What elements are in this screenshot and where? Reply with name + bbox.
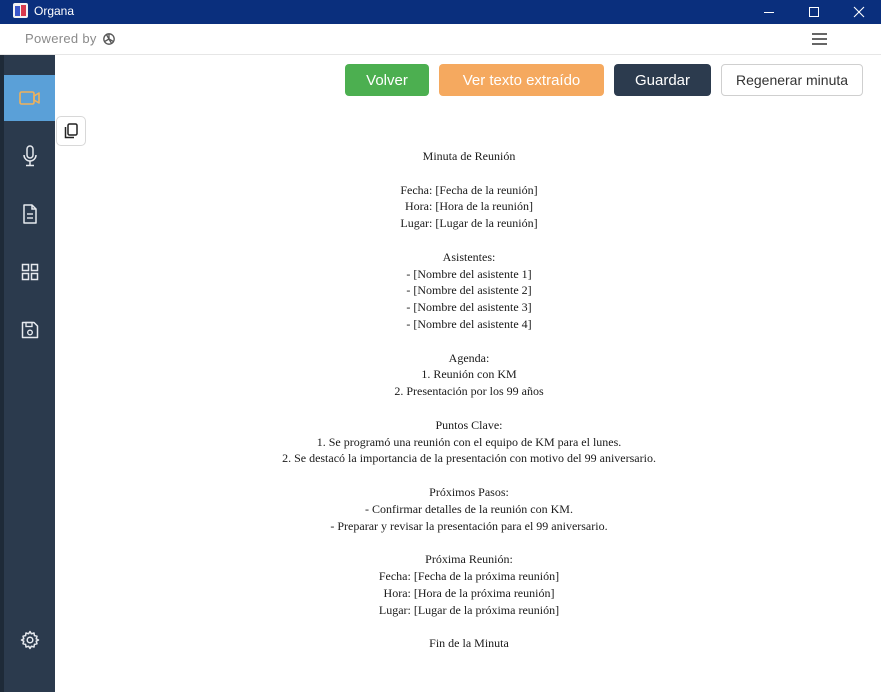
minute-line: - [Nombre del asistente 2]: [406, 283, 532, 298]
minute-line: Minuta de Reunión: [422, 149, 516, 163]
minute-line: - [Nombre del asistente 3]: [406, 300, 532, 315]
minute-line: [55, 618, 881, 635]
minute-line: 2. Presentación por los 99 años: [394, 384, 544, 399]
minute-line: 1. Reunión con KM: [421, 367, 517, 382]
sidebar-item-document[interactable]: [4, 191, 55, 237]
minute-line: - [Nombre del asistente 1]: [406, 266, 532, 281]
maximize-button[interactable]: [791, 0, 837, 24]
minimize-icon: [764, 12, 774, 13]
minute-line: Lugar: [Lugar de la reunión]: [400, 216, 538, 231]
organa-app-icon: [13, 3, 28, 18]
minute-line: [55, 232, 881, 249]
video-camera-icon: [18, 91, 40, 105]
minute-line: - Preparar y revisar la presentación par…: [330, 518, 608, 533]
minute-line: Asistentes:: [442, 249, 496, 264]
minute-line: Lugar: [Lugar de la próxima reunión]: [378, 602, 560, 617]
minimize-button[interactable]: [746, 0, 792, 24]
sidebar-item-settings[interactable]: [4, 617, 55, 663]
minute-text: Minuta de Reunión Fecha: [Fecha de la reu…: [55, 148, 881, 652]
minute-line: - [Nombre del asistente 4]: [406, 316, 532, 331]
sidebar-item-video[interactable]: [4, 75, 55, 121]
close-icon: [853, 6, 865, 18]
minute-line: Fin de la Minuta: [429, 636, 509, 651]
guardar-button[interactable]: Guardar: [614, 64, 711, 96]
copy-icon: [64, 123, 78, 139]
minute-line: Fecha: [Fecha de la próxima reunión]: [378, 568, 560, 583]
minute-line: Hora: [Hora de la próxima reunión]: [383, 585, 555, 600]
minute-line: [55, 467, 881, 484]
minute-line: Agenda:: [448, 350, 490, 365]
minute-line: [55, 165, 881, 182]
minute-line: [55, 400, 881, 417]
minute-line: Puntos Clave:: [435, 417, 503, 432]
copy-button[interactable]: [56, 116, 86, 146]
ver-texto-extraido-button[interactable]: Ver texto extraído: [439, 64, 604, 96]
hamburger-menu-icon[interactable]: [811, 31, 828, 47]
microphone-icon: [22, 145, 37, 167]
minute-line: Hora: [Hora de la reunión]: [405, 199, 533, 214]
document-icon: [22, 204, 37, 224]
settings-gear-icon: [20, 630, 39, 650]
window-title: Organa: [34, 4, 75, 18]
minute-line: 1. Se programó una reunión con el equipo…: [316, 434, 622, 449]
sidebar: [0, 55, 55, 692]
minute-line: [55, 534, 881, 551]
sidebar-item-save[interactable]: [4, 307, 55, 353]
grid-icon: [21, 263, 38, 281]
sidebar-item-grid[interactable]: [4, 249, 55, 295]
regenerar-minuta-button[interactable]: Regenerar minuta: [721, 64, 863, 96]
minute-line: 2. Se destacó la importancia de la prese…: [282, 451, 656, 466]
minute-line: Próximos Pasos:: [429, 484, 509, 499]
volver-button[interactable]: Volver: [345, 64, 429, 96]
minute-line: Próxima Reunión:: [425, 552, 513, 567]
save-icon: [21, 321, 38, 339]
window-title-bar: Organa: [0, 0, 881, 24]
minute-line: - Confirmar detalles de la reunión con K…: [365, 501, 573, 516]
top-toolbar: Powered by: [0, 24, 881, 55]
minute-line: Fecha: [Fecha de la reunión]: [400, 182, 538, 197]
minute-line: [55, 333, 881, 350]
openai-icon: [103, 33, 115, 45]
powered-by-label: Powered by: [25, 31, 97, 46]
close-button[interactable]: [836, 0, 881, 24]
maximize-icon: [809, 7, 819, 17]
sidebar-item-microphone[interactable]: [4, 133, 55, 179]
